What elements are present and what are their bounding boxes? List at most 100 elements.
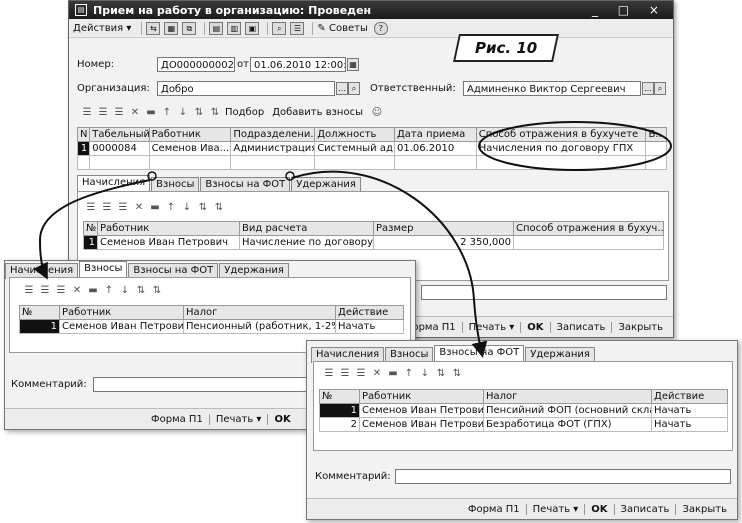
col-employee[interactable]: Работник (148, 127, 232, 142)
number-field[interactable]: ДО000000002 (157, 57, 235, 72)
ok-button[interactable]: OK (584, 503, 613, 515)
table-row[interactable]: 1 Семенов Иван Петрович Пенсийний ФОП (о… (319, 403, 728, 418)
calendar-icon[interactable]: ▦ (347, 58, 359, 71)
responsible-field[interactable]: Админенко Виктор Сергеевич (463, 81, 641, 96)
table-row[interactable]: 1 0000084 Семенов Ива... Администрация С… (76, 141, 667, 156)
accruals-toolbar: ☰ ☰ ☰ ✕ ▬ ↑ ↓ ⇅ ⇅ (85, 202, 229, 213)
frag1-table: № Работник Налог Действие 1 Семенов Иван… (19, 305, 404, 334)
select-button[interactable]: Подбор (225, 107, 264, 118)
sort-asc-icon[interactable]: ⇅ (197, 202, 209, 213)
move-down-icon[interactable]: ↓ (181, 202, 193, 213)
document-icon[interactable]: ▤ (209, 21, 224, 35)
copy-row-icon[interactable]: ☰ (339, 368, 351, 379)
ok-button[interactable]: OK (520, 321, 549, 333)
organization-field[interactable]: Добро (157, 81, 335, 96)
edit-row-icon[interactable]: ☰ (113, 107, 125, 118)
sort-desc-icon[interactable]: ⇅ (209, 107, 221, 118)
move-up-icon[interactable]: ↑ (165, 202, 177, 213)
responsible-select-button[interactable]: … (642, 82, 654, 95)
sort-asc-icon[interactable]: ⇅ (135, 285, 147, 296)
end-edit-icon[interactable]: ▬ (145, 107, 157, 118)
tips-button[interactable]: ✎ Советы (317, 23, 367, 34)
copy-row-icon[interactable]: ☰ (39, 285, 51, 296)
list-icon[interactable]: ☰ (290, 21, 305, 35)
comment-label: Комментарий: (11, 379, 87, 390)
ok-button[interactable]: OK (267, 413, 296, 425)
move-down-icon[interactable]: ↓ (419, 368, 431, 379)
empty-row (76, 155, 667, 170)
save-button[interactable]: Записать (549, 321, 612, 333)
organization-label: Организация: (77, 83, 150, 94)
frag2-toolbar: ☰ ☰ ☰ ✕ ▬ ↑ ↓ ⇅ ⇅ (323, 368, 467, 379)
delete-row-icon[interactable]: ✕ (371, 368, 383, 379)
print-menu[interactable]: Печать ▾ (208, 413, 268, 425)
comment-field-main[interactable] (421, 285, 667, 300)
add-row-icon[interactable]: ☰ (81, 107, 93, 118)
delete-row-icon[interactable]: ✕ (133, 202, 145, 213)
employees-toolbar: ☰ ☰ ☰ ✕ ▬ ↑ ↓ ⇅ ⇅ Подбор Добавить взносы… (81, 107, 387, 118)
actions-menu[interactable]: Действия ▾ (73, 23, 131, 34)
move-up-icon[interactable]: ↑ (403, 368, 415, 379)
form-p1-button[interactable]: Форма П1 (462, 504, 526, 515)
end-edit-icon[interactable]: ▬ (149, 202, 161, 213)
edit-row-icon[interactable]: ☰ (355, 368, 367, 379)
report-icon[interactable]: ▥ (227, 21, 242, 35)
organization-open-icon[interactable]: ⌕ (348, 82, 360, 95)
create-based-icon[interactable]: ▣ (245, 21, 260, 35)
col-accounting-method[interactable]: Способ отражения в бухучете (475, 127, 647, 142)
delete-row-icon[interactable]: ✕ (71, 285, 83, 296)
col-position[interactable]: Должность (314, 127, 395, 142)
col-n[interactable]: N (76, 127, 91, 142)
responsible-open-icon[interactable]: ⌕ (654, 82, 666, 95)
sort-asc-icon[interactable]: ⇅ (193, 107, 205, 118)
help-button[interactable]: ? (373, 21, 388, 35)
sort-desc-icon[interactable]: ⇅ (451, 368, 463, 379)
comment-field[interactable] (395, 469, 731, 484)
organization-select-button[interactable]: … (336, 82, 348, 95)
table-row[interactable]: 1 Семенов Иван Петрович Пенсионный (рабо… (19, 319, 404, 334)
employees-header-row: N Табельный но... Работник Подразделени.… (76, 127, 667, 142)
person-icon[interactable]: ☺ (371, 107, 383, 118)
sort-desc-icon[interactable]: ⇅ (213, 202, 225, 213)
employees-table: N Табельный но... Работник Подразделени.… (76, 127, 667, 170)
copy-row-icon[interactable]: ☰ (101, 202, 113, 213)
title-bar: ▤ Прием на работу в организацию: Проведе… (69, 1, 673, 19)
structure-icon[interactable]: ▦ (164, 21, 179, 35)
col-b[interactable]: Б... (645, 127, 667, 142)
table-row[interactable]: 2 Семенов Иван Петрович Безработица ФОТ … (319, 417, 728, 432)
print-menu[interactable]: Печать ▾ (461, 321, 521, 333)
post-icon[interactable]: ⇆ (146, 21, 161, 35)
form-p1-button[interactable]: Форма П1 (145, 414, 209, 425)
col-department[interactable]: Подразделени... (230, 127, 316, 142)
close-button[interactable]: Закрыть (675, 503, 733, 515)
add-contributions-button[interactable]: Добавить взносы (272, 107, 363, 118)
edit-row-icon[interactable]: ☰ (117, 202, 129, 213)
accruals-table: № Работник Вид расчета Размер Способ отр… (83, 221, 664, 250)
sort-asc-icon[interactable]: ⇅ (435, 368, 447, 379)
end-edit-icon[interactable]: ▬ (87, 285, 99, 296)
move-down-icon[interactable]: ↓ (119, 285, 131, 296)
move-up-icon[interactable]: ↑ (161, 107, 173, 118)
end-edit-icon[interactable]: ▬ (387, 368, 399, 379)
find-icon[interactable]: ⌕ (272, 21, 287, 35)
table-row[interactable]: 1 Семенов Иван Петрович Начисление по до… (83, 235, 664, 250)
copy-row-icon[interactable]: ☰ (97, 107, 109, 118)
col-tab-number[interactable]: Табельный но... (89, 127, 150, 142)
close-button[interactable]: Закрыть (611, 321, 669, 333)
col-hire-date[interactable]: Дата приема (393, 127, 477, 142)
add-row-icon[interactable]: ☰ (85, 202, 97, 213)
frag2-status-bar: Форма П1 Печать ▾ OK Записать Закрыть (307, 498, 737, 519)
move-up-icon[interactable]: ↑ (103, 285, 115, 296)
sort-desc-icon[interactable]: ⇅ (151, 285, 163, 296)
save-button[interactable]: Записать (613, 503, 676, 515)
add-row-icon[interactable]: ☰ (23, 285, 35, 296)
edit-row-icon[interactable]: ☰ (55, 285, 67, 296)
frag1-header-row: № Работник Налог Действие (19, 305, 404, 320)
add-row-icon[interactable]: ☰ (323, 368, 335, 379)
copy-icon[interactable]: ⧉ (182, 21, 197, 35)
delete-row-icon[interactable]: ✕ (129, 107, 141, 118)
window-controls[interactable]: _ □ × (592, 3, 667, 17)
print-menu[interactable]: Печать ▾ (525, 503, 585, 515)
move-down-icon[interactable]: ↓ (177, 107, 189, 118)
date-field[interactable]: 01.06.2010 12:00:00 (250, 57, 346, 72)
